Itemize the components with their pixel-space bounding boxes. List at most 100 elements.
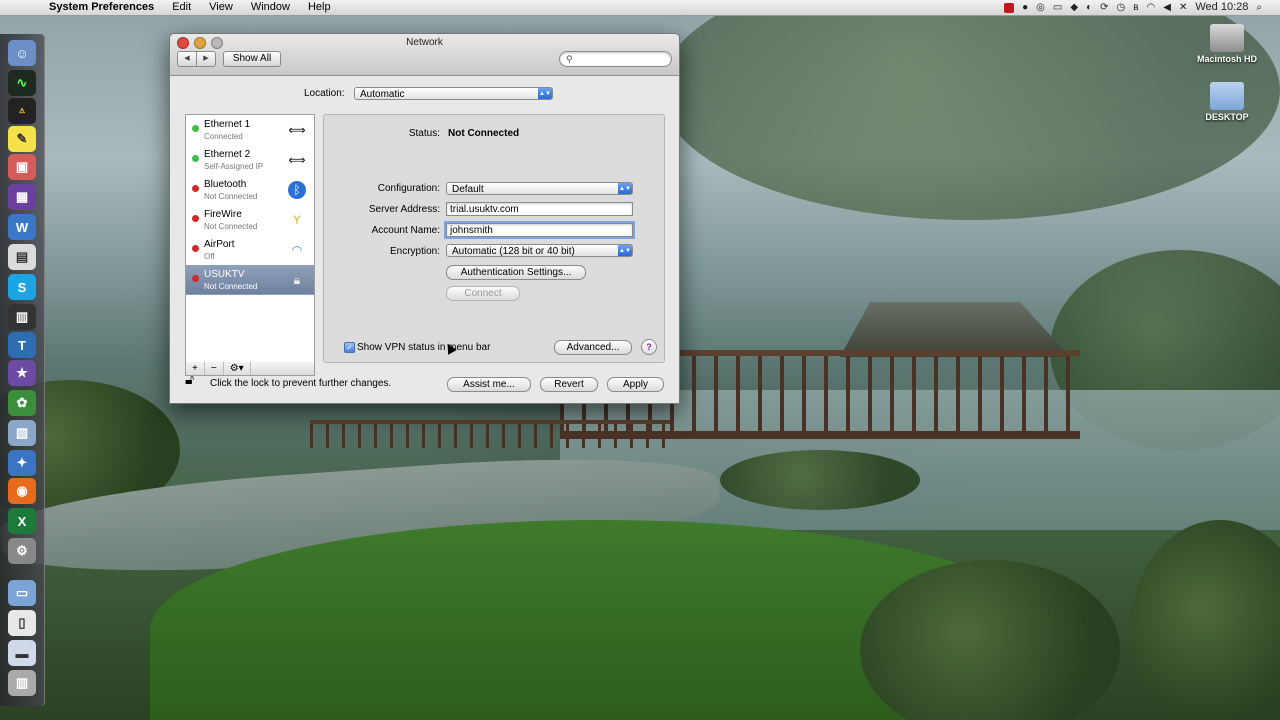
service-status: Self-Assigned IP	[204, 162, 264, 171]
wifi-icon: ◠	[291, 243, 303, 257]
lock-icon[interactable]: 🔓︎	[185, 371, 199, 387]
bluetooth-icon: ᛒ	[288, 181, 306, 199]
imovie-icon[interactable]: ★	[8, 360, 36, 386]
hard-drive-icon	[1210, 24, 1244, 52]
menu-edit[interactable]: Edit	[163, 0, 200, 15]
skype-icon[interactable]: S	[8, 274, 36, 300]
uk-flag-icon[interactable]: ✕	[1179, 0, 1187, 15]
downloads-icon[interactable]: ▬	[8, 640, 36, 666]
window-body: Location: Automatic ▲▼ Ethernet 1 Connec…	[170, 76, 679, 403]
service-action-button[interactable]: ⚙▾	[224, 362, 251, 375]
encryption-popup[interactable]: Automatic (128 bit or 40 bit) ▲▼	[446, 244, 633, 257]
time-machine-icon[interactable]: ◷	[1117, 0, 1126, 15]
show-all-button[interactable]: Show All	[223, 51, 281, 67]
system-preferences-icon[interactable]: ⚙	[8, 538, 36, 564]
record-icon[interactable]	[1004, 2, 1015, 13]
clock-text[interactable]: Wed 10:28	[1195, 0, 1248, 15]
textedit-icon[interactable]: T	[8, 332, 36, 358]
configuration-popup[interactable]: Default ▲▼	[446, 182, 633, 195]
service-name: Ethernet 2	[204, 149, 251, 160]
service-ethernet-1[interactable]: Ethernet 1 Connected ⟺	[186, 115, 314, 145]
ethernet-icon: ⟺	[288, 153, 306, 167]
popup-arrows-icon: ▲▼	[538, 88, 552, 99]
server-address-field[interactable]: trial.usuktv.com	[446, 202, 633, 216]
search-input[interactable]: ⚲	[559, 51, 672, 67]
show-vpn-label[interactable]: Show VPN status in menu bar	[357, 342, 490, 353]
color-wheel-icon[interactable]: ✿	[8, 390, 36, 416]
safari-icon[interactable]: ✦	[8, 450, 36, 476]
speaker-icon[interactable]: ◀	[1163, 0, 1171, 15]
status-dot-icon	[192, 155, 199, 162]
forward-arrow-icon[interactable]: ▶	[197, 51, 216, 67]
service-list-toolbar: + − ⚙▾	[185, 362, 315, 376]
status-circle-icon[interactable]: ●	[1022, 0, 1028, 15]
menu-view[interactable]: View	[200, 0, 242, 15]
volume-icon[interactable]: ◐	[1086, 0, 1092, 15]
desktop-icon-macintosh-hd[interactable]: Macintosh HD	[1187, 24, 1267, 64]
firewire-icon: Y	[292, 213, 301, 227]
trash-icon[interactable]: ▥	[8, 670, 36, 696]
finder-icon[interactable]: ☺	[8, 40, 36, 66]
calendar-icon[interactable]: ▤	[8, 244, 36, 270]
remove-service-button[interactable]: −	[205, 362, 224, 375]
service-airport[interactable]: AirPort Off ◠	[186, 235, 314, 265]
server-address-label: Server Address:	[368, 204, 440, 215]
lock-text: Click the lock to prevent further change…	[210, 378, 392, 389]
spotlight-icon[interactable]: ⌕	[1256, 0, 1262, 15]
clapper-icon[interactable]: ▥	[8, 304, 36, 330]
status-dot-icon	[192, 125, 199, 132]
desktop-icon-label: DESKTOP	[1205, 112, 1249, 122]
wifi-menu-icon[interactable]: ◠	[1147, 0, 1156, 15]
display-icon[interactable]: ◎	[1036, 0, 1045, 15]
service-name: AirPort	[204, 239, 235, 250]
sync-icon[interactable]: ⟳	[1100, 0, 1108, 15]
assist-me-button[interactable]: Assist me...	[447, 377, 531, 392]
location-popup[interactable]: Automatic ▲▼	[354, 87, 553, 100]
nav-buttons: ◀ ▶	[177, 51, 216, 67]
console-icon[interactable]: ⚠	[8, 98, 36, 124]
folder-icon	[1210, 82, 1244, 110]
service-status: Not Connected	[204, 282, 258, 291]
encryption-value: Automatic (128 bit or 40 bit)	[452, 246, 575, 257]
account-name-label: Account Name:	[371, 225, 440, 236]
show-vpn-checkbox[interactable]: ✓	[344, 342, 355, 353]
service-firewire[interactable]: FireWire Not Connected Y	[186, 205, 314, 235]
shield-icon[interactable]: ◆	[1070, 0, 1078, 15]
ethernet-icon: ⟺	[288, 123, 306, 137]
stickies-icon[interactable]: ✎	[8, 126, 36, 152]
popup-arrows-icon: ▲▼	[618, 245, 632, 256]
account-name-field[interactable]: johnsmith	[444, 221, 635, 239]
menu-help[interactable]: Help	[299, 0, 340, 15]
preview-icon[interactable]: ▧	[8, 420, 36, 446]
search-icon: ⚲	[566, 54, 573, 64]
menu-window[interactable]: Window	[242, 0, 299, 15]
status-dot-icon	[192, 185, 199, 192]
service-bluetooth[interactable]: Bluetooth Not Connected ᛒ	[186, 175, 314, 205]
activity-monitor-icon[interactable]: ∿	[8, 70, 36, 96]
documents-icon[interactable]: ▯	[8, 610, 36, 636]
service-status: Not Connected	[204, 222, 258, 231]
apply-button[interactable]: Apply	[607, 377, 664, 392]
advanced-button[interactable]: Advanced...	[554, 340, 632, 355]
service-usuktv[interactable]: USUKTV Not Connected 🔒︎	[186, 265, 314, 295]
service-ethernet-2[interactable]: Ethernet 2 Self-Assigned IP ⟺	[186, 145, 314, 175]
back-arrow-icon[interactable]: ◀	[177, 51, 197, 67]
menu-app-name[interactable]: System Preferences	[40, 0, 163, 15]
vpn-lock-icon: 🔒︎	[293, 273, 301, 287]
authentication-settings-button[interactable]: Authentication Settings...	[446, 265, 586, 280]
firefox-icon[interactable]: ◉	[8, 478, 36, 504]
service-name: Bluetooth	[204, 179, 247, 190]
bluetooth-menu-icon[interactable]: ʙ	[1133, 0, 1138, 15]
photo-booth-icon[interactable]: ▣	[8, 154, 36, 180]
help-button[interactable]: ?	[641, 339, 657, 355]
excel-icon[interactable]: X	[8, 508, 36, 534]
status-value: Not Connected	[448, 128, 520, 139]
dvd-player-icon[interactable]: ▦	[8, 184, 36, 210]
word-icon[interactable]: W	[8, 214, 36, 240]
vpn-icon[interactable]: ▭	[1053, 0, 1062, 15]
desktop-icon-desktop-folder[interactable]: DESKTOP	[1187, 82, 1267, 122]
service-name: USUKTV	[204, 269, 245, 280]
revert-button[interactable]: Revert	[540, 377, 598, 392]
applications-folder-icon[interactable]: ▭	[8, 580, 36, 606]
connect-button[interactable]: Connect	[446, 286, 520, 301]
